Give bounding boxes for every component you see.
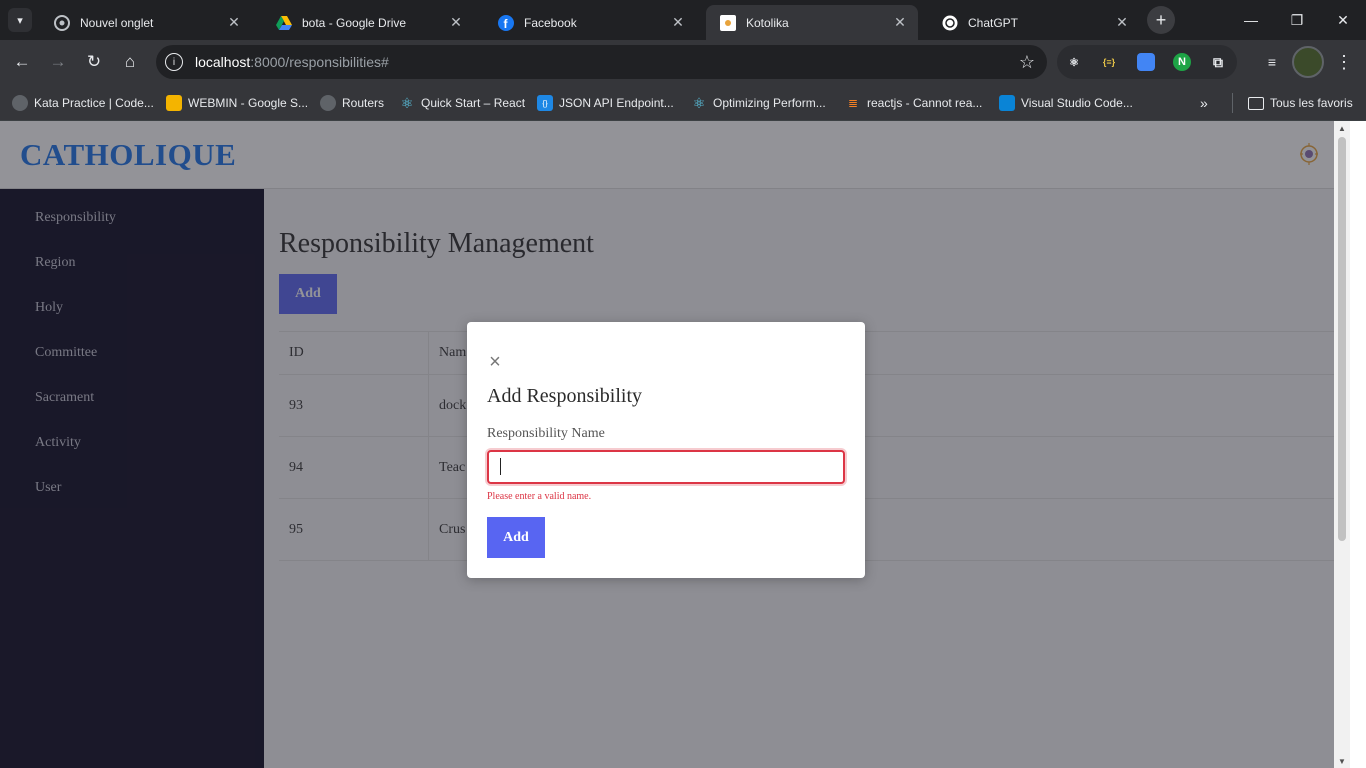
arrow-left-icon: ← xyxy=(13,52,31,71)
tab-title: Kotolika xyxy=(746,15,789,30)
bookmark-label: Optimizing Perform... xyxy=(713,96,826,110)
folder-icon xyxy=(1248,96,1264,110)
window-edge xyxy=(1350,121,1366,768)
chevron-down-icon: ▾ xyxy=(17,14,23,27)
url-host: localhost xyxy=(195,54,251,70)
tab-close-icon[interactable]: ✕ xyxy=(890,13,910,33)
modal-add-button[interactable]: Add xyxy=(487,517,545,558)
forward-button[interactable]: → xyxy=(44,48,72,76)
minimize-button[interactable]: — xyxy=(1228,0,1274,40)
json-formatter-icon[interactable]: {≡} xyxy=(1100,53,1118,71)
globe-icon xyxy=(12,95,28,111)
stackoverflow-icon: ≣ xyxy=(847,96,859,110)
responsibility-name-label: Responsibility Name xyxy=(487,426,605,441)
url-path: :8000/responsibilities# xyxy=(250,54,389,70)
site-info-icon[interactable]: i xyxy=(165,53,183,71)
browser-tab-bar: ▾ Nouvel onglet ✕ bota - Google Drive ✕ … xyxy=(0,0,1366,40)
extensions-puzzle-icon[interactable]: ⧉ xyxy=(1209,53,1227,71)
kotolika-favicon xyxy=(720,14,736,31)
tab-close-icon[interactable]: ✕ xyxy=(1112,13,1132,33)
tab-nouvel-onglet[interactable]: Nouvel onglet ✕ xyxy=(40,5,252,40)
tab-title: ChatGPT xyxy=(968,15,1019,30)
bookmark-item[interactable]: ⚛ Optimizing Perform... xyxy=(691,93,826,113)
google-slides-icon xyxy=(166,95,182,111)
tab-chatgpt[interactable]: ChatGPT ✕ xyxy=(928,5,1140,40)
bookmarks-overflow-chevron[interactable]: » xyxy=(1200,93,1208,113)
bookmark-label: WEBMIN - Google S... xyxy=(188,96,309,110)
scrollbar-thumb[interactable] xyxy=(1338,137,1346,541)
restore-icon: ❐ xyxy=(1290,11,1304,28)
home-button[interactable]: ⌂ xyxy=(116,48,144,76)
bookmark-item[interactable]: {} JSON API Endpoint... xyxy=(537,93,674,113)
bookmark-item[interactable]: ⚛ Quick Start – React xyxy=(399,93,525,113)
bookmark-item[interactable]: Kata Practice | Code... xyxy=(12,93,154,113)
vscode-icon xyxy=(999,95,1015,111)
bookmark-item[interactable]: ≣ reactjs - Cannot rea... xyxy=(845,93,982,113)
bookmark-item[interactable]: Routers xyxy=(320,93,384,113)
page-scrollbar[interactable]: ▲ ▼ xyxy=(1334,121,1350,768)
docs-extension-icon[interactable] xyxy=(1137,53,1155,71)
bookmark-label: Routers xyxy=(342,96,385,110)
tab-facebook[interactable]: f Facebook ✕ xyxy=(484,5,696,40)
tab-close-icon[interactable]: ✕ xyxy=(446,13,466,33)
media-control-icon[interactable]: ≡ xyxy=(1258,48,1286,76)
arrow-right-icon: → xyxy=(49,52,67,71)
url-text: localhost:8000/responsibilities# xyxy=(195,54,389,70)
plus-icon: + xyxy=(1155,9,1167,30)
extensions-area: ⚛ {≡} N ⧉ xyxy=(1057,45,1237,79)
add-responsibility-modal: × Add Responsibility Responsibility Name… xyxy=(467,322,865,578)
back-button[interactable]: ← xyxy=(8,48,36,76)
tab-search-button[interactable]: ▾ xyxy=(8,8,32,32)
chatgpt-icon xyxy=(942,15,958,31)
facebook-icon: f xyxy=(498,14,514,31)
scroll-down-icon[interactable]: ▼ xyxy=(1334,754,1350,768)
google-drive-icon xyxy=(276,15,292,31)
tab-close-icon[interactable]: ✕ xyxy=(668,13,688,33)
bookmarks-divider xyxy=(1232,93,1233,113)
all-bookmarks-label: Tous les favoris xyxy=(1270,96,1353,110)
tab-title: bota - Google Drive xyxy=(302,15,407,30)
json-api-icon: {} xyxy=(537,95,553,111)
n-extension-icon[interactable]: N xyxy=(1173,53,1191,71)
page-viewport: CATHOLIQUE Responsibility Region Holy Co… xyxy=(0,121,1334,768)
browser-menu-icon[interactable]: ⋮ xyxy=(1334,48,1354,76)
restore-button[interactable]: ❐ xyxy=(1274,0,1320,40)
window-close-button[interactable]: ✕ xyxy=(1320,0,1366,40)
tab-close-icon[interactable]: ✕ xyxy=(224,13,244,33)
reload-icon: ↻ xyxy=(86,52,102,71)
bookmark-item[interactable]: WEBMIN - Google S... xyxy=(166,93,308,113)
bookmark-label: Quick Start – React xyxy=(421,96,526,110)
globe-icon xyxy=(320,95,336,111)
responsibility-name-input[interactable] xyxy=(487,450,845,484)
home-icon: ⌂ xyxy=(124,52,136,71)
new-tab-button[interactable]: + xyxy=(1147,6,1175,34)
tab-kotolika[interactable]: Kotolika ✕ xyxy=(706,5,918,40)
react-devtools-icon[interactable]: ⚛ xyxy=(1065,53,1083,71)
react-icon: ⚛ xyxy=(400,94,414,111)
tab-title: Nouvel onglet xyxy=(80,15,154,30)
scroll-up-icon[interactable]: ▲ xyxy=(1334,121,1350,135)
text-cursor xyxy=(500,458,501,475)
bookmark-label: Kata Practice | Code... xyxy=(34,96,154,110)
address-bar[interactable]: i localhost:8000/responsibilities# ☆ xyxy=(156,45,1047,79)
browser-toolbar: ← → ↻ ⌂ i localhost:8000/responsibilitie… xyxy=(0,40,1366,85)
reload-button[interactable]: ↻ xyxy=(80,48,108,76)
close-icon: ✕ xyxy=(1337,11,1349,28)
chrome-icon xyxy=(54,14,70,31)
bookmark-star-icon[interactable]: ☆ xyxy=(1019,52,1035,73)
react-icon: ⚛ xyxy=(692,94,706,111)
bookmark-label: Visual Studio Code... xyxy=(1021,96,1133,110)
bookmark-item[interactable]: Visual Studio Code... xyxy=(999,93,1133,113)
close-icon[interactable]: × xyxy=(487,352,503,372)
validation-error: Please enter a valid name. xyxy=(487,491,592,502)
tab-google-drive[interactable]: bota - Google Drive ✕ xyxy=(262,5,474,40)
bookmark-label: reactjs - Cannot rea... xyxy=(867,96,983,110)
minimize-icon: — xyxy=(1244,12,1258,28)
bookmarks-bar: Kata Practice | Code... WEBMIN - Google … xyxy=(0,85,1366,121)
modal-title: Add Responsibility xyxy=(487,385,643,407)
tab-title: Facebook xyxy=(524,15,577,30)
profile-avatar[interactable] xyxy=(1292,46,1324,78)
all-bookmarks[interactable]: Tous les favoris xyxy=(1248,93,1353,113)
bookmark-label: JSON API Endpoint... xyxy=(559,96,674,110)
